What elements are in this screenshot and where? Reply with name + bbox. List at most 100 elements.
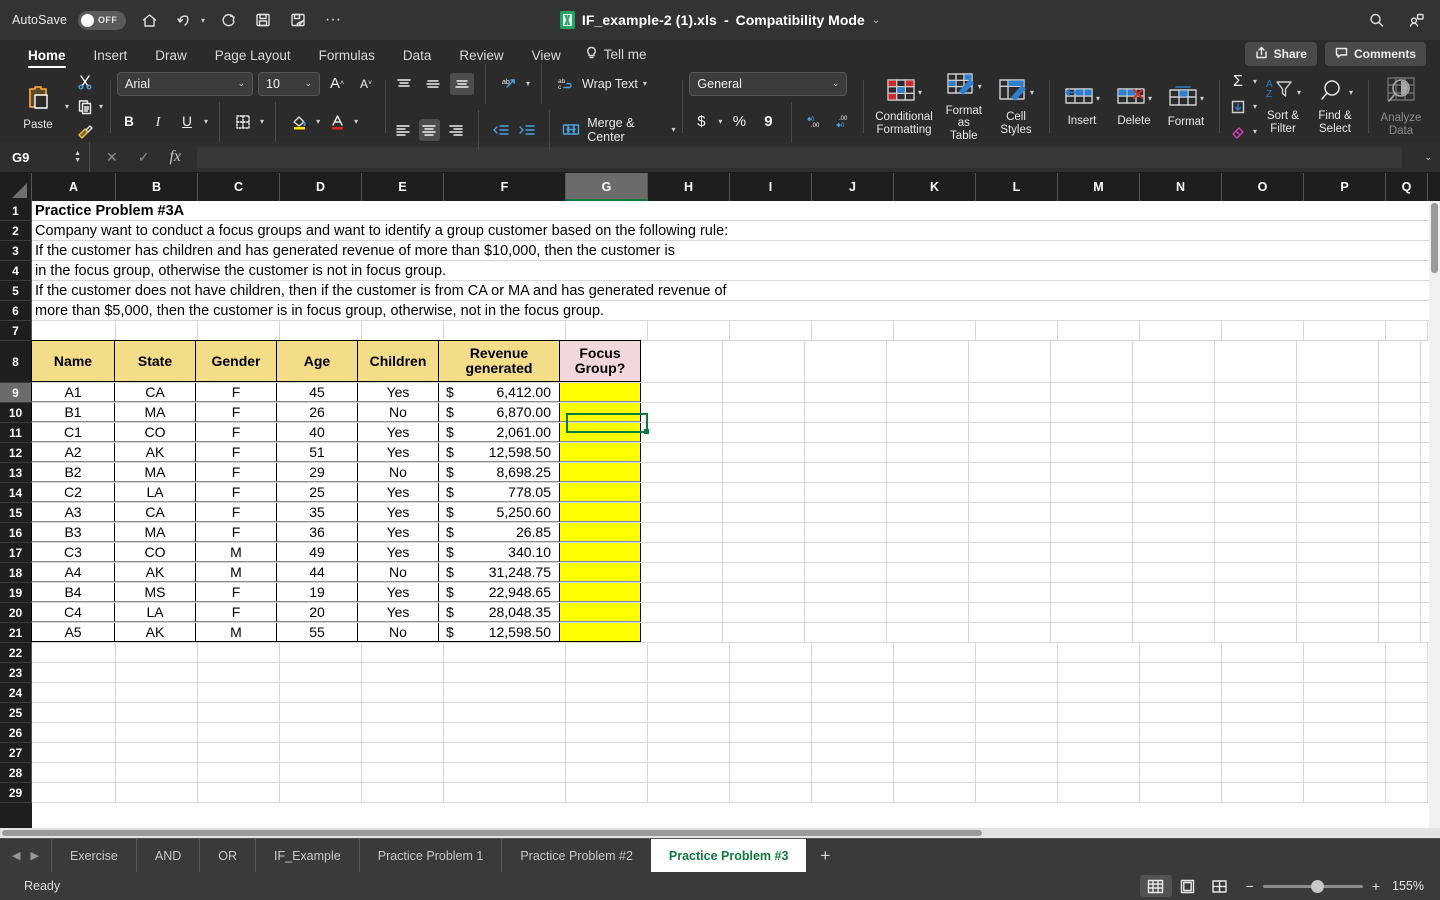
cell-p22[interactable] xyxy=(1304,643,1386,662)
cell-m[interactable] xyxy=(1051,383,1133,402)
cell-h28[interactable] xyxy=(648,763,730,782)
cell-n22[interactable] xyxy=(1140,643,1222,662)
cell-h[interactable] xyxy=(641,423,723,442)
cell-b28[interactable] xyxy=(116,763,198,782)
horizontal-scroll-thumb[interactable] xyxy=(2,830,982,836)
row-header-29[interactable]: 29 xyxy=(0,783,32,803)
cell-q[interactable] xyxy=(1379,483,1421,502)
cell-l7[interactable] xyxy=(976,321,1058,340)
delete-cells-button[interactable]: ▾ Delete xyxy=(1108,83,1160,130)
cell-e29[interactable] xyxy=(362,783,444,802)
borders-chevron-down-icon[interactable]: ▾ xyxy=(260,117,264,126)
table-header-age[interactable]: Age xyxy=(276,340,358,382)
cell-a29[interactable] xyxy=(32,783,116,802)
cell-c26[interactable] xyxy=(198,723,280,742)
row-header-15[interactable]: 15 xyxy=(0,503,32,523)
cell-focus-group[interactable] xyxy=(559,383,641,402)
cell-n28[interactable] xyxy=(1140,763,1222,782)
cell-k24[interactable] xyxy=(894,683,976,702)
cell-n[interactable] xyxy=(1133,443,1215,462)
cell-age[interactable]: 35 xyxy=(276,503,358,522)
cell-revenue[interactable]: $12,598.50 xyxy=(438,623,560,642)
cell-b26[interactable] xyxy=(116,723,198,742)
cell-n24[interactable] xyxy=(1140,683,1222,702)
cell-j[interactable] xyxy=(805,603,887,622)
cell-j7[interactable] xyxy=(812,321,894,340)
cell-i[interactable] xyxy=(723,483,805,502)
cell-gender[interactable]: F xyxy=(195,463,277,482)
cut-icon[interactable] xyxy=(73,71,97,93)
row-header-23[interactable]: 23 xyxy=(0,663,32,683)
clear-icon[interactable] xyxy=(1226,121,1250,143)
cell-k[interactable] xyxy=(887,483,969,502)
cell-i[interactable] xyxy=(723,623,805,642)
page-layout-view-icon[interactable] xyxy=(1172,875,1204,897)
tab-draw[interactable]: Draw xyxy=(141,48,201,69)
cell-n[interactable] xyxy=(1133,463,1215,482)
cell-h[interactable] xyxy=(641,543,723,562)
cell-focus-group[interactable] xyxy=(559,483,641,502)
decrease-font-size-icon[interactable]: A ˅ xyxy=(354,73,378,95)
orientation-chevron-down-icon[interactable]: ▾ xyxy=(526,79,530,88)
column-header-b[interactable]: B xyxy=(116,173,198,201)
align-right-icon[interactable] xyxy=(445,119,467,141)
cell-age[interactable]: 45 xyxy=(276,383,358,402)
cell-p[interactable] xyxy=(1297,623,1379,642)
cell-m[interactable] xyxy=(1051,543,1133,562)
comments-button[interactable]: Comments xyxy=(1324,42,1426,66)
cell-age[interactable]: 36 xyxy=(276,523,358,542)
cell-age[interactable]: 19 xyxy=(276,583,358,602)
cell-b25[interactable] xyxy=(116,703,198,722)
cell-o[interactable] xyxy=(1215,523,1297,542)
table-header-revenue-generated[interactable]: Revenue generated xyxy=(438,340,560,382)
cell-focus-group[interactable] xyxy=(559,463,641,482)
cell-q[interactable] xyxy=(1379,523,1421,542)
cell-revenue[interactable]: $2,061.00 xyxy=(438,423,560,442)
more-options-icon[interactable]: ··· xyxy=(321,8,345,32)
cell-area[interactable]: Practice Problem #3A Company want to con… xyxy=(31,201,1440,838)
cell-revenue[interactable]: $8,698.25 xyxy=(438,463,560,482)
cell-d26[interactable] xyxy=(280,723,362,742)
select-all-corner[interactable] xyxy=(0,173,32,201)
cell-l24[interactable] xyxy=(976,683,1058,702)
save-as-icon[interactable] xyxy=(286,8,310,32)
cell-i[interactable] xyxy=(723,563,805,582)
cell-o[interactable] xyxy=(1215,563,1297,582)
sheet-tab-practice-problem-2[interactable]: Practice Problem #2 xyxy=(501,839,651,872)
row-header-11[interactable]: 11 xyxy=(0,423,32,443)
cell-gender[interactable]: F xyxy=(195,483,277,502)
row-header-7[interactable]: 7 xyxy=(0,321,32,341)
cell-o27[interactable] xyxy=(1222,743,1304,762)
cell-n26[interactable] xyxy=(1140,723,1222,742)
cell-name[interactable]: B3 xyxy=(31,523,115,542)
cell-m28[interactable] xyxy=(1058,763,1140,782)
cell-c28[interactable] xyxy=(198,763,280,782)
column-header-a[interactable]: A xyxy=(32,173,116,201)
cell-state[interactable]: CO xyxy=(114,423,196,442)
cell-h[interactable] xyxy=(641,503,723,522)
cell-p[interactable] xyxy=(1297,383,1379,402)
cell-state[interactable]: LA xyxy=(114,603,196,622)
cell-m[interactable] xyxy=(1051,443,1133,462)
cell-a27[interactable] xyxy=(32,743,116,762)
cell-k7[interactable] xyxy=(894,321,976,340)
cell-l[interactable] xyxy=(969,583,1051,602)
cell-a2[interactable]: Company want to conduct a focus groups a… xyxy=(32,221,932,240)
cell-l23[interactable] xyxy=(976,663,1058,682)
home-icon[interactable] xyxy=(137,8,161,32)
cell-p26[interactable] xyxy=(1304,723,1386,742)
cell-m23[interactable] xyxy=(1058,663,1140,682)
cell-h[interactable] xyxy=(641,463,723,482)
cell-q[interactable] xyxy=(1379,583,1421,602)
cell-p[interactable] xyxy=(1297,423,1379,442)
cell-b24[interactable] xyxy=(116,683,198,702)
cell-gender[interactable]: F xyxy=(195,523,277,542)
cell-i24[interactable] xyxy=(730,683,812,702)
next-sheet-icon[interactable]: ▶ xyxy=(30,849,38,862)
row-header-26[interactable]: 26 xyxy=(0,723,32,743)
cell-children[interactable]: Yes xyxy=(357,543,439,562)
format-painter-icon[interactable] xyxy=(73,121,97,143)
autosum-icon[interactable]: Σ xyxy=(1226,71,1250,93)
row-header-6[interactable]: 6 xyxy=(0,301,32,321)
cell-o[interactable] xyxy=(1215,483,1297,502)
